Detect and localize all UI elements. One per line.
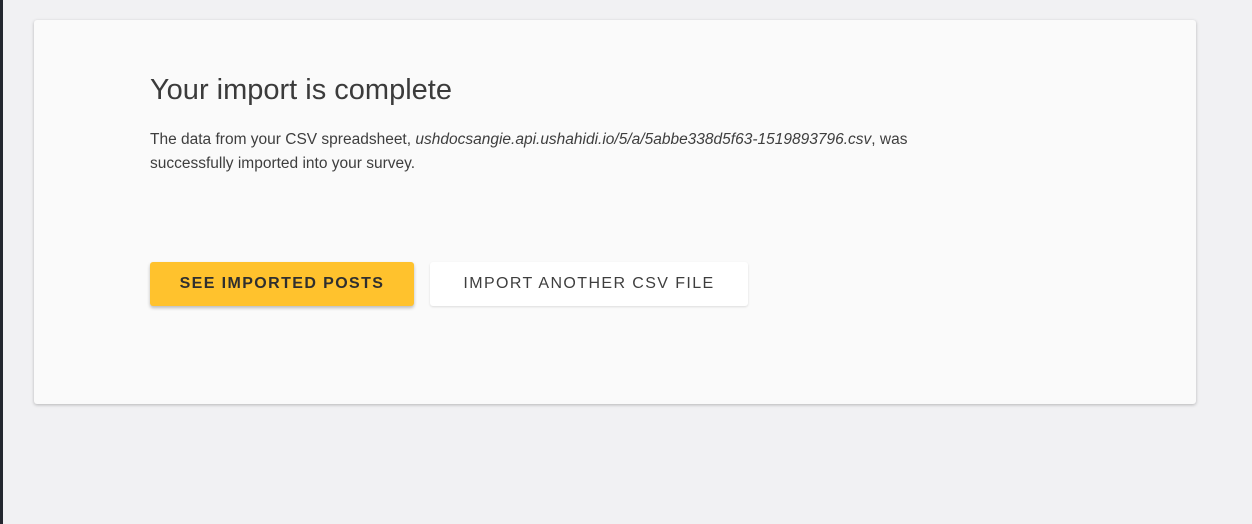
page-title: Your import is complete [150, 74, 452, 106]
import-message: The data from your CSV spreadsheet, ushd… [150, 128, 907, 176]
window-edge [0, 0, 3, 524]
message-suffix: , was [871, 131, 908, 148]
message-prefix: The data from your CSV spreadsheet, [150, 131, 416, 148]
import-another-csv-button[interactable]: IMPORT ANOTHER CSV FILE [430, 262, 748, 306]
file-name: ushdocsangie.api.ushahidi.io/5/a/5abbe33… [415, 131, 872, 148]
see-imported-posts-button[interactable]: SEE IMPORTED POSTS [150, 262, 414, 306]
import-complete-card: Your import is complete The data from yo… [34, 20, 1196, 404]
message-line2: successfully imported into your survey. [150, 155, 416, 172]
